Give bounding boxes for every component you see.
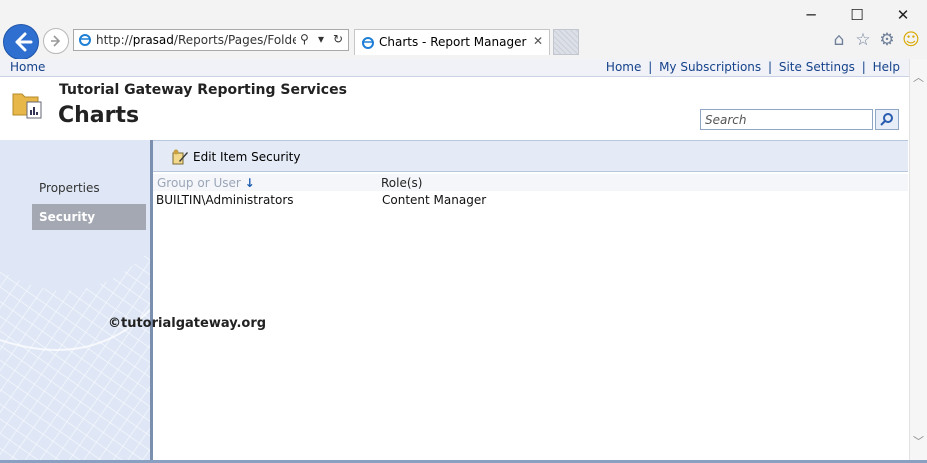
watermark-text: ©tutorialgateway.org [108,316,267,331]
edit-item-security-button[interactable]: Edit Item Security [171,147,300,167]
column-header-label: Group or User [157,176,241,190]
column-header-group-or-user[interactable]: Group or User ↓ [157,176,255,190]
home-icon[interactable]: ⌂ [829,30,849,50]
security-toolbar: Edit Item Security [153,140,908,172]
address-dropdown-icon[interactable]: ▾ [318,32,324,46]
browser-tab[interactable]: Charts - Report Manager ✕ [354,29,550,55]
column-header-roles: Role(s) [381,176,423,190]
my-subscriptions-link[interactable]: My Subscriptions [659,60,761,74]
tab-close-icon[interactable]: ✕ [533,34,543,48]
search-button[interactable] [875,109,899,130]
nav-item-properties[interactable]: Properties [32,175,146,201]
report-manager-topbar: Home Home | My Subscriptions | Site Sett… [0,59,909,77]
scroll-up-icon[interactable]: ︿ [913,69,924,85]
table-cell-user[interactable]: BUILTIN\Administrators [156,193,294,207]
scroll-down-icon[interactable]: ﹀ [913,433,924,449]
favorites-star-icon[interactable]: ☆ [853,30,873,50]
folder-icon [12,93,42,119]
site-settings-link[interactable]: Site Settings [779,60,855,74]
sort-descending-icon: ↓ [244,176,255,190]
ie-logo-icon [79,34,91,46]
edit-security-icon [172,149,188,165]
vertical-scrollbar[interactable]: ︿ ﹀ [909,59,927,463]
home-link[interactable]: Home [606,60,641,74]
minimize-button[interactable]: ─ [796,4,826,26]
forward-button[interactable] [43,28,69,54]
close-window-button[interactable]: ✕ [888,4,918,26]
tab-title: Charts - Report Manager [379,35,527,49]
page-title: Charts [58,103,140,128]
nav-item-security[interactable]: Security [32,204,146,230]
separator: | [861,60,866,74]
ie-tab-icon [362,37,374,49]
search-icon [880,113,893,126]
separator: | [648,60,653,74]
table-header-row [153,174,908,191]
site-title: Tutorial Gateway Reporting Services [59,82,347,98]
separator: | [767,60,773,74]
back-arrow-icon [15,32,33,52]
back-button[interactable] [3,24,39,60]
left-navigation-pane: Properties Security [0,140,150,463]
search-input[interactable] [700,109,873,130]
help-link[interactable]: Help [873,60,900,74]
edit-item-security-label: Edit Item Security [193,150,301,164]
browser-chrome: ─ ☐ ✕ http://prasad/Reports/Pages/Folder… [0,0,927,60]
address-bar[interactable]: http://prasad/Reports/Pages/Folder.a ⚲ ▾… [73,29,349,51]
home-breadcrumb-link[interactable]: Home [10,60,45,74]
forward-arrow-icon [51,35,61,47]
table-cell-role: Content Manager [382,193,487,207]
address-url: http://prasad/Reports/Pages/Folder.a [96,33,296,47]
new-tab-button[interactable] [553,29,579,55]
refresh-icon[interactable]: ↻ [333,32,343,46]
address-search-icon[interactable]: ⚲ [300,32,309,46]
smiley-feedback-icon[interactable]: ☺ [901,30,921,50]
maximize-button[interactable]: ☐ [842,4,872,26]
settings-gear-icon[interactable]: ⚙ [877,30,897,50]
global-links: Home | My Subscriptions | Site Settings … [606,60,900,74]
